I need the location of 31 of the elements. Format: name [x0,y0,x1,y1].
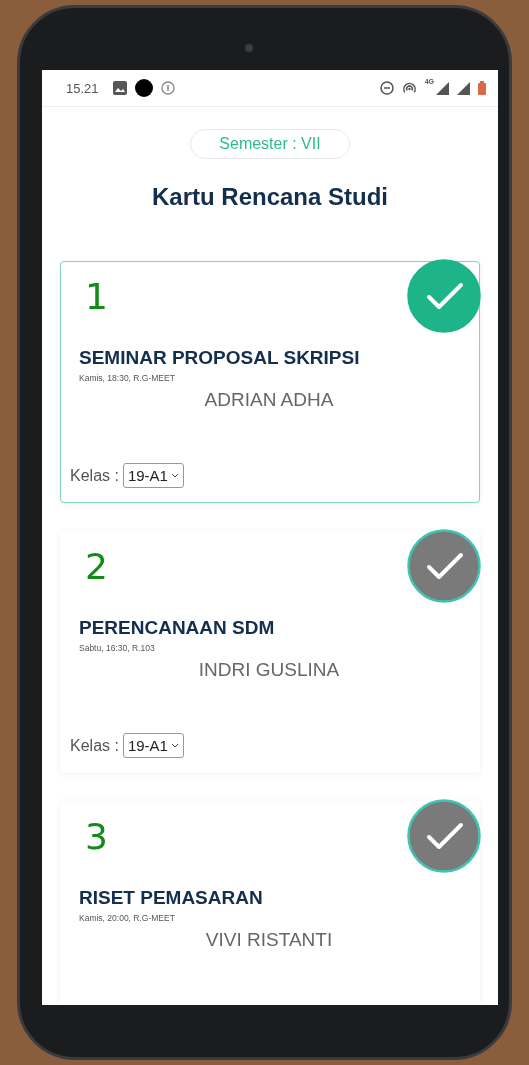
course-schedule: Sabtu, 16:30, R.103 [79,643,155,653]
class-label: Kelas : [70,736,119,755]
lecturer-name: INDRI GUSLINA [198,659,340,681]
signal-icon [457,81,470,95]
lecturer-name: ADRIAN ADHA [204,389,334,411]
chevron-down-icon [170,743,179,748]
do-not-disturb-icon [379,81,394,95]
info-icon [160,81,175,95]
status-time: 15.21 [66,80,99,96]
chevron-down-icon [170,473,179,478]
course-name: PERENCANAAN SDM [79,617,275,639]
lecturer-name: VIVI RISTANTI [205,929,333,951]
class-select[interactable]: 19-A1 [122,463,184,488]
page-title: Kartu Rencana Studi [151,183,388,211]
course-number: 1 [85,276,108,317]
class-label: Kelas : [70,466,119,485]
check-icon[interactable] [407,529,481,603]
circle-icon [134,79,153,97]
course-name: RISET PEMASARAN [79,887,263,909]
course-name: SEMINAR PROPOSAL SKRIPSI [79,347,360,369]
course-number: 2 [85,546,108,587]
image-icon [112,81,127,95]
camera-dot [244,44,253,52]
class-select[interactable]: 19-A1 [122,733,184,758]
battery-icon [478,81,486,95]
check-icon[interactable] [407,259,481,333]
course-schedule: Kamis, 20:00, R.G-MEET [79,913,175,923]
course-number: 3 [85,816,108,857]
check-icon[interactable] [407,799,481,873]
course-schedule: Kamis, 18:30, R.G-MEET [79,373,175,383]
signal-icon [436,81,449,95]
